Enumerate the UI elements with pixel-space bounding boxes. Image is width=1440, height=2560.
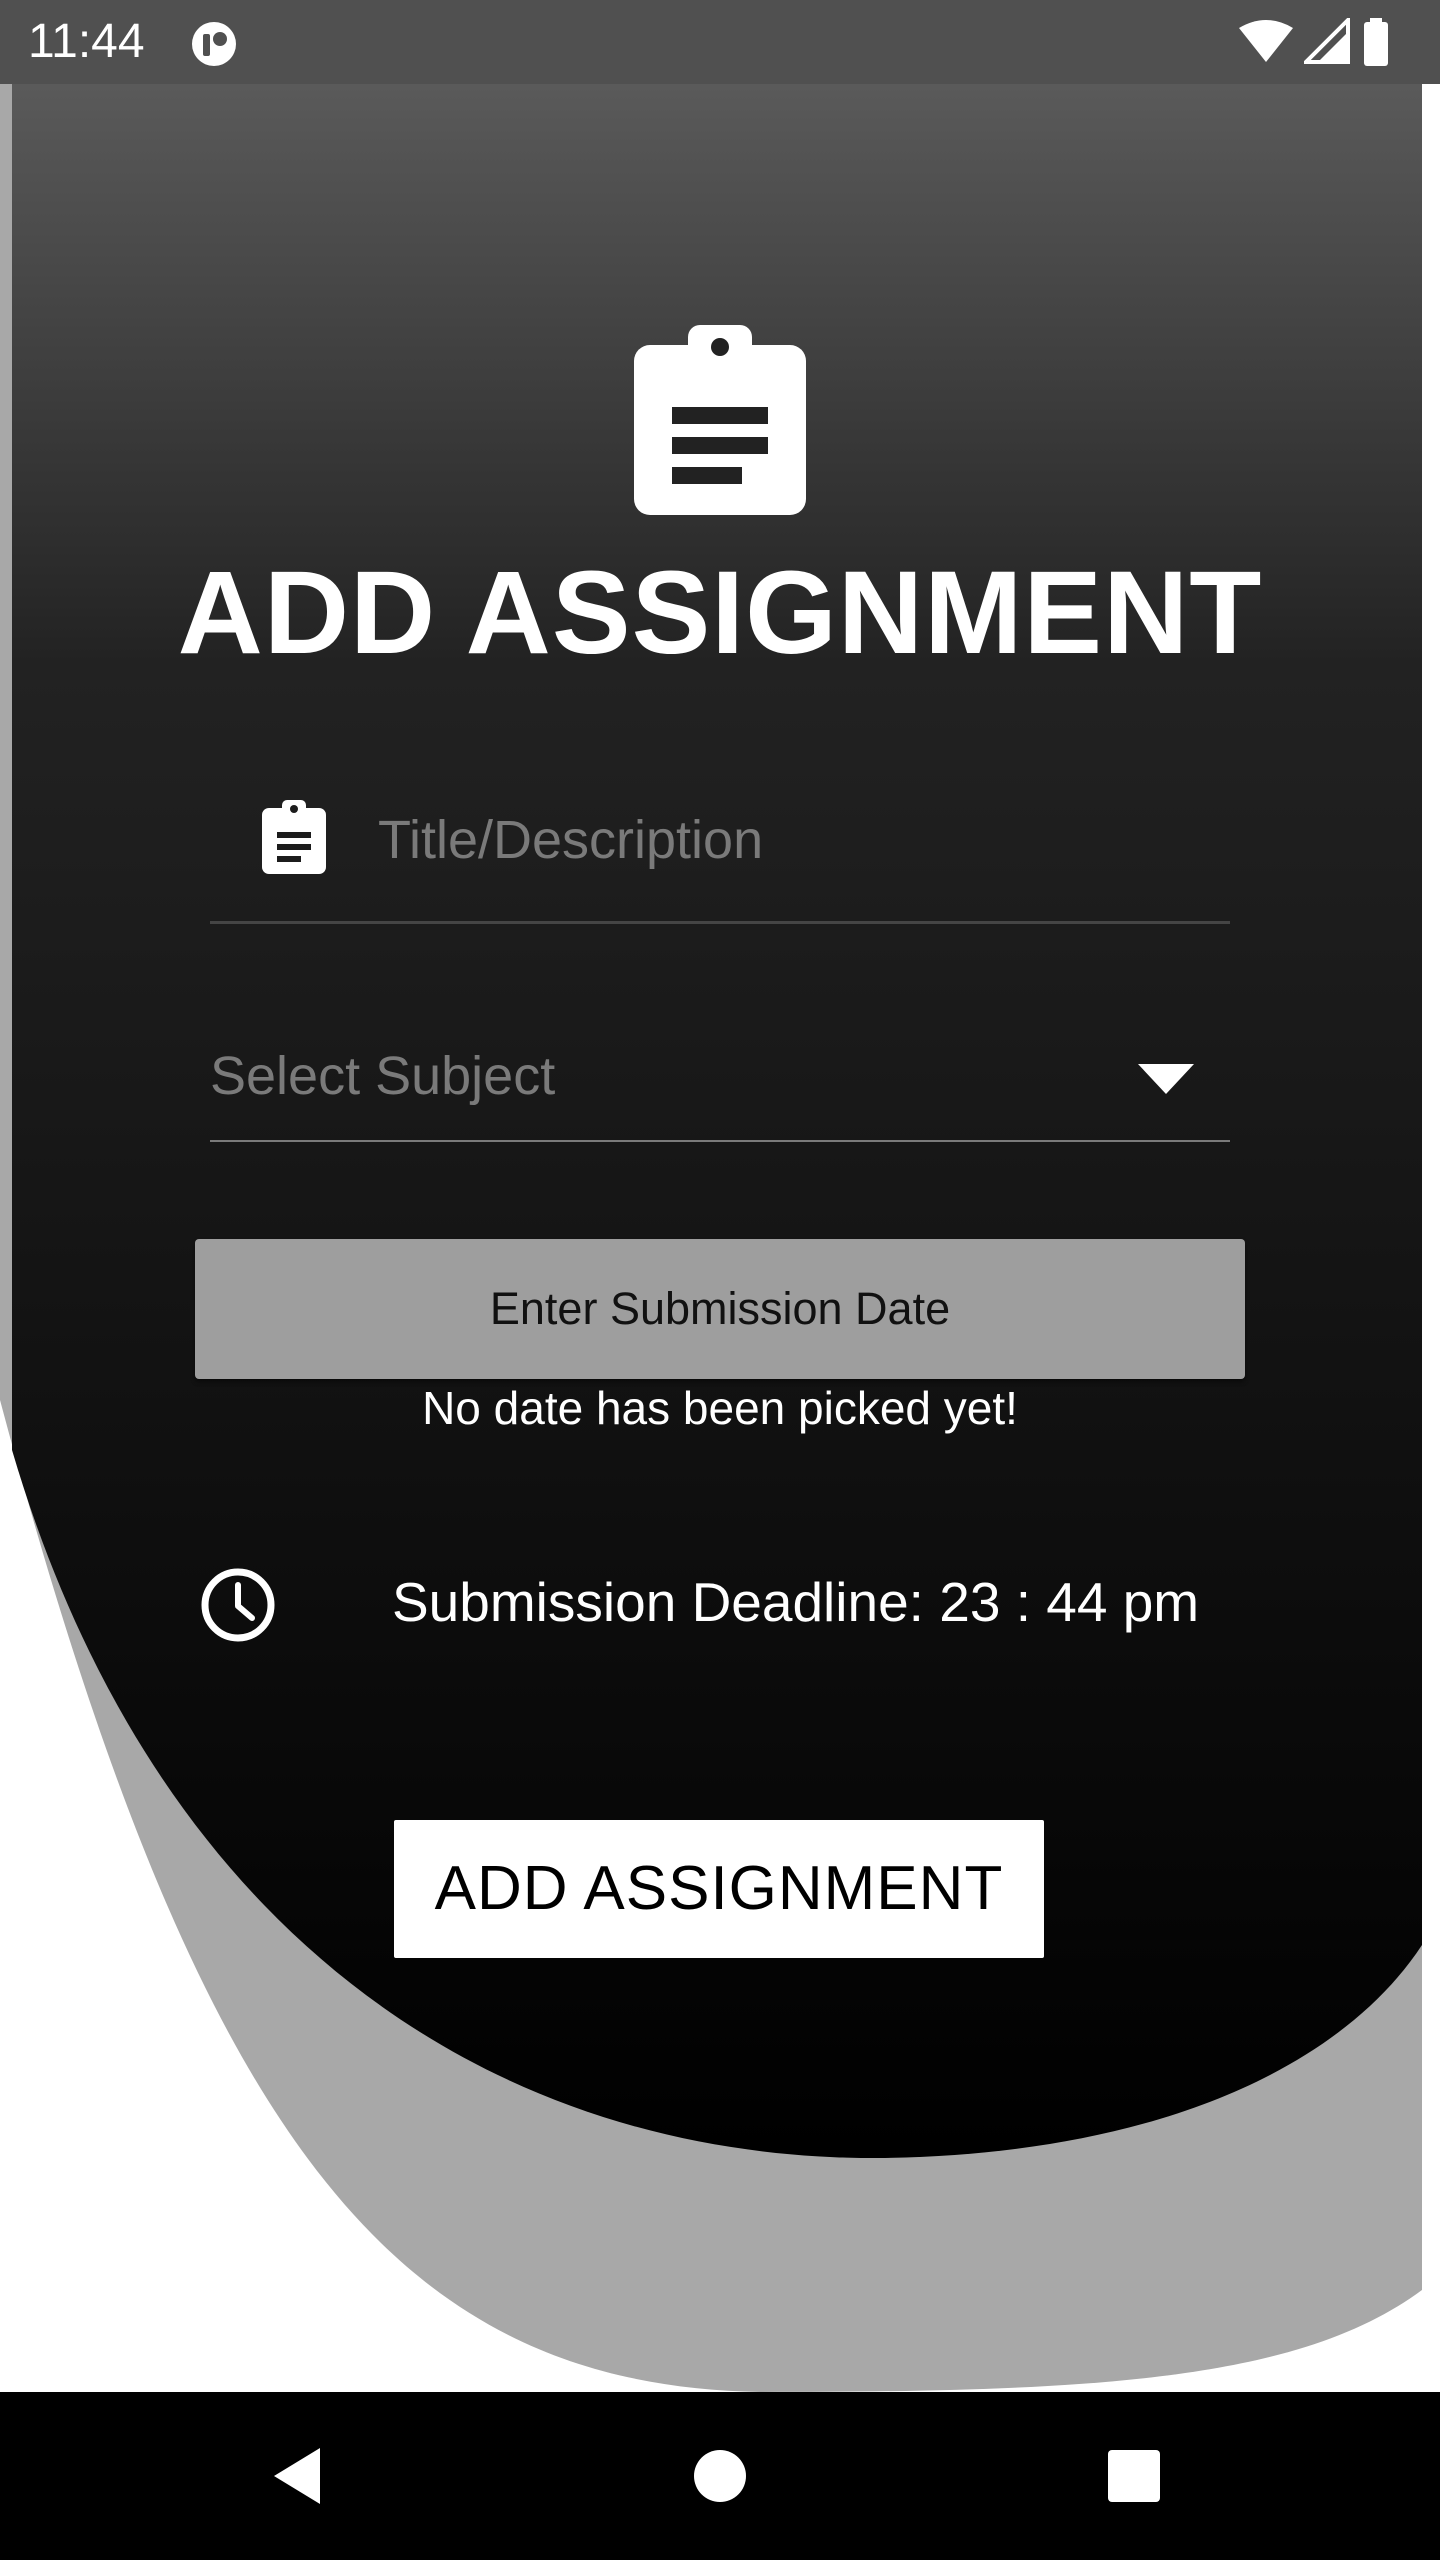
- home-icon[interactable]: [680, 2436, 760, 2516]
- page-title: ADD ASSIGNMENT: [177, 547, 1263, 679]
- dropdown-arrow-icon: [1138, 1064, 1194, 1094]
- clipboard-icon: [262, 800, 326, 874]
- status-bar: 11:44: [0, 0, 1440, 84]
- clipboard-icon: [634, 325, 806, 515]
- title-description-input[interactable]: [378, 790, 1208, 890]
- enter-submission-date-button[interactable]: Enter Submission Date: [195, 1239, 1245, 1379]
- subject-select[interactable]: Select Subject: [210, 1020, 1230, 1142]
- cell-signal-icon: [1304, 18, 1350, 64]
- title-description-field: [210, 770, 1230, 924]
- clock-icon[interactable]: [200, 1567, 276, 1643]
- app-notification-icon: [192, 22, 236, 66]
- recents-icon[interactable]: [1094, 2436, 1174, 2516]
- navigation-bar: [0, 2392, 1440, 2560]
- back-icon[interactable]: [260, 2436, 340, 2516]
- wifi-icon: [1239, 20, 1293, 62]
- submission-deadline-text: Submission Deadline: 23 : 44 pm: [392, 1571, 1200, 1633]
- title-field-underline: [210, 921, 1230, 924]
- date-status-text: No date has been picked yet!: [422, 1382, 1018, 1434]
- status-time: 11:44: [28, 15, 145, 68]
- status-icons: [1238, 18, 1418, 66]
- subject-select-underline: [210, 1140, 1230, 1142]
- battery-icon: [1364, 18, 1388, 66]
- add-assignment-button[interactable]: ADD ASSIGNMENT: [394, 1820, 1044, 1958]
- subject-select-placeholder: Select Subject: [210, 1046, 556, 1106]
